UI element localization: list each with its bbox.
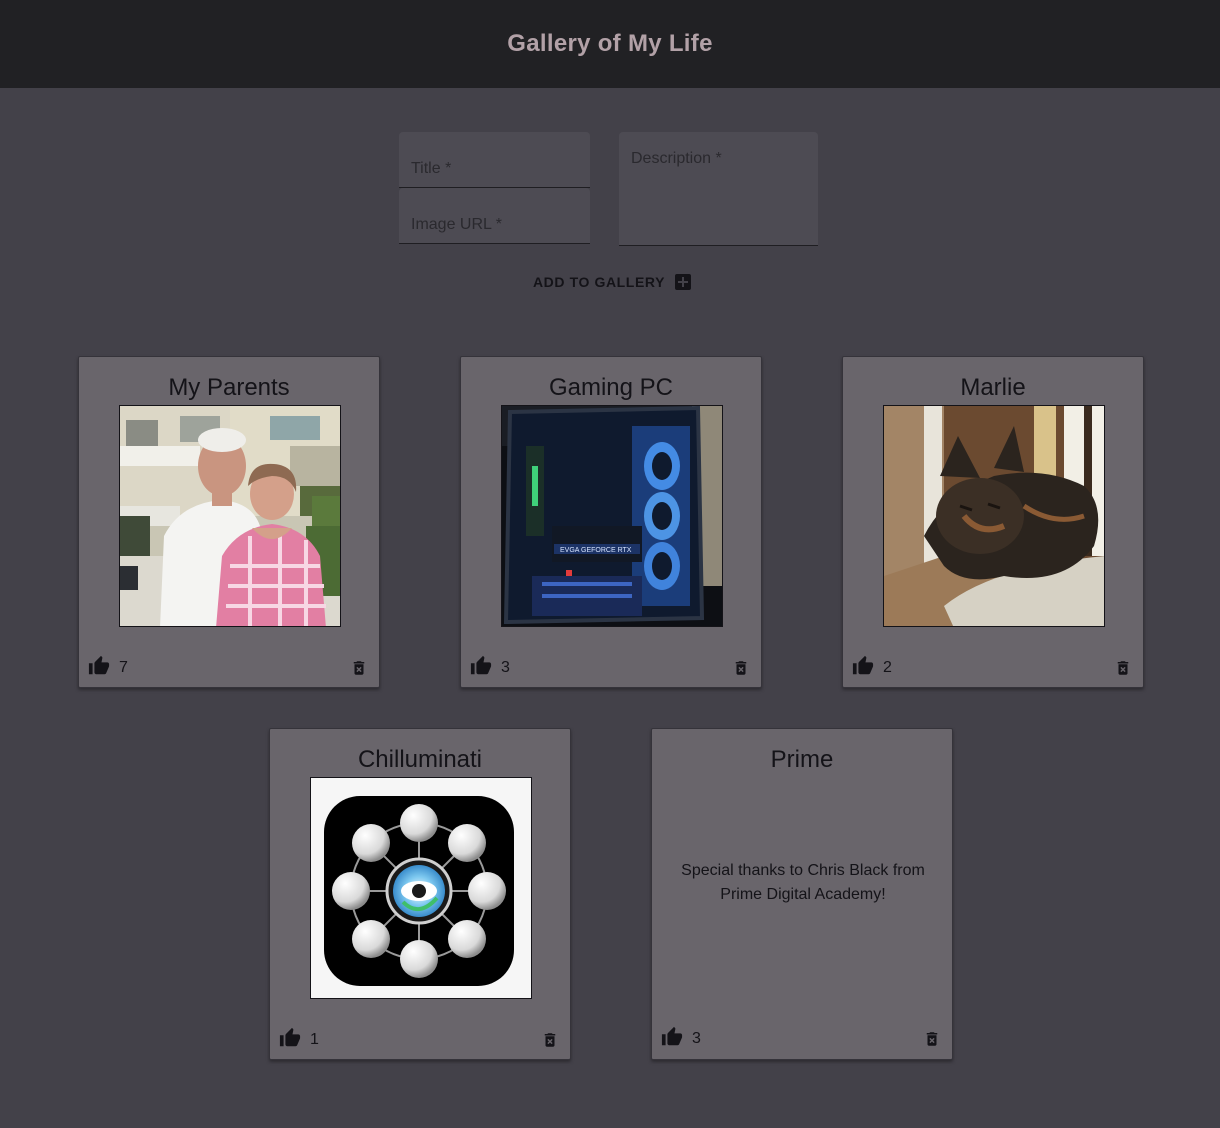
like-count: 2 — [883, 659, 892, 676]
image-url-field[interactable] — [399, 188, 590, 244]
delete-forever-icon — [353, 660, 365, 675]
app-header: Gallery of My Life — [0, 0, 1220, 88]
card-title[interactable]: Marlie — [843, 374, 1143, 402]
gallery-card: Gaming PC EVGA GEFORCE RTX 3 — [460, 356, 762, 688]
delete-forever-icon — [544, 1032, 556, 1047]
card-description[interactable]: Special thanks to Chris Black from Prime… — [672, 859, 934, 907]
like-count: 7 — [119, 659, 128, 676]
delete-forever-icon — [735, 660, 747, 675]
gallery-card: Chilluminati 1 — [269, 728, 571, 1060]
thumb-up-icon — [852, 655, 874, 675]
title-field[interactable] — [399, 132, 590, 188]
delete-forever-icon — [1117, 660, 1129, 675]
gallery-card: Prime Special thanks to Chris Black from… — [651, 728, 953, 1060]
like-count: 1 — [310, 1031, 319, 1048]
card-title[interactable]: Chilluminati — [270, 746, 570, 774]
card-title[interactable]: My Parents — [79, 374, 379, 402]
description-input[interactable] — [619, 132, 818, 245]
page-title: Gallery of My Life — [507, 30, 713, 57]
delete-button[interactable] — [731, 657, 751, 681]
title-input[interactable] — [399, 132, 590, 187]
like-button[interactable] — [469, 655, 493, 679]
delete-forever-icon — [926, 1031, 938, 1046]
gallery-card: Marlie 2 — [842, 356, 1144, 688]
svg-text:EVGA GEFORCE RTX: EVGA GEFORCE RTX — [560, 547, 632, 554]
like-button[interactable] — [278, 1027, 302, 1051]
card-title[interactable]: Gaming PC — [461, 374, 761, 402]
gaming-pc-photo[interactable]: EVGA GEFORCE RTX — [501, 405, 723, 627]
delete-button[interactable] — [540, 1029, 560, 1053]
like-button[interactable] — [851, 655, 875, 679]
add-box-icon — [675, 274, 692, 290]
thumb-up-icon — [279, 1027, 301, 1047]
delete-button[interactable] — [1113, 657, 1133, 681]
thumb-up-icon — [470, 655, 492, 675]
like-button[interactable] — [660, 1026, 684, 1050]
description-field[interactable] — [619, 132, 818, 246]
gallery-card: My Parents 7 — [78, 356, 380, 688]
like-count: 3 — [501, 659, 510, 676]
thumb-up-icon — [88, 655, 110, 675]
add-to-gallery-label: ADD TO GALLERY — [532, 274, 666, 290]
like-button[interactable] — [87, 655, 111, 679]
delete-button[interactable] — [349, 657, 369, 681]
like-count: 3 — [692, 1030, 701, 1047]
image-url-input[interactable] — [399, 188, 590, 243]
delete-button[interactable] — [922, 1028, 942, 1052]
chilluminati-logo[interactable] — [310, 777, 532, 999]
cat-photo[interactable] — [883, 405, 1105, 627]
thumb-up-icon — [661, 1026, 683, 1046]
parents-photo[interactable] — [119, 405, 341, 627]
add-to-gallery-button[interactable]: ADD TO GALLERY — [532, 266, 692, 298]
card-title[interactable]: Prime — [652, 746, 952, 774]
